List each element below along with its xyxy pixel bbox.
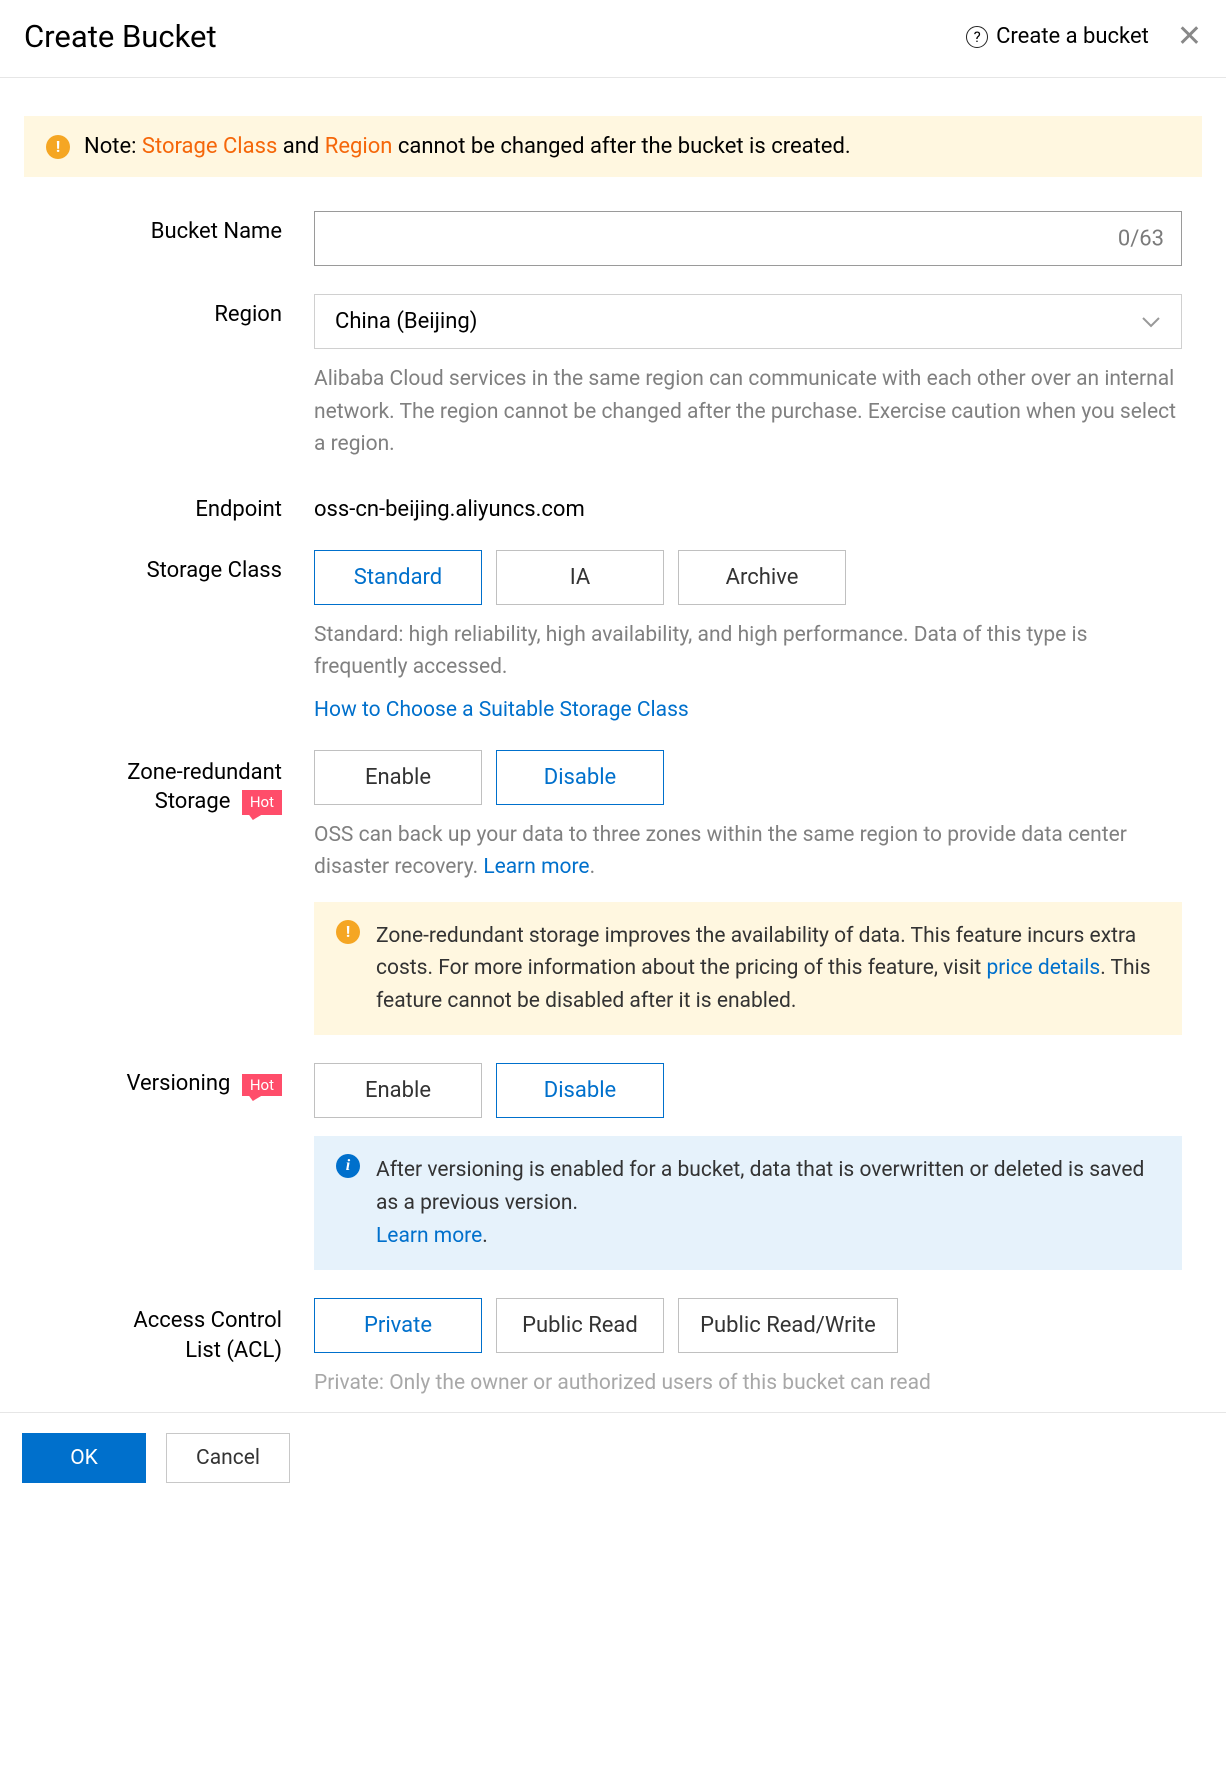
help-link[interactable]: ? Create a bucket [966, 24, 1149, 49]
acl-label: Access Control List (ACL) [24, 1298, 314, 1400]
zrs-label: Zone-redundant Storage Hot [24, 750, 314, 1036]
storage-class-ia[interactable]: IA [496, 550, 664, 605]
hot-badge: Hot [242, 1074, 282, 1096]
region-value: China (Beijing) [335, 309, 477, 334]
note-text: Note: Storage Class and Region cannot be… [84, 134, 851, 159]
ok-button[interactable]: OK [22, 1433, 146, 1483]
chevron-down-icon [1141, 309, 1161, 334]
storage-class-label: Storage Class [24, 550, 314, 722]
acl-private[interactable]: Private [314, 1298, 482, 1353]
zrs-learn-more-link[interactable]: Learn more [483, 855, 589, 879]
versioning-enable[interactable]: Enable [314, 1063, 482, 1118]
region-help: Alibaba Cloud services in the same regio… [314, 363, 1182, 461]
acl-public-read-write[interactable]: Public Read/Write [678, 1298, 898, 1353]
hot-badge: Hot [242, 790, 282, 814]
acl-help: Private: Only the owner or authorized us… [314, 1367, 1182, 1400]
zrs-price-details-link[interactable]: price details [987, 956, 1101, 980]
cancel-button[interactable]: Cancel [166, 1433, 290, 1483]
zrs-banner: ! Zone-redundant storage improves the av… [314, 902, 1182, 1036]
versioning-learn-more-link[interactable]: Learn more [376, 1224, 482, 1248]
dialog-title: Create Bucket [24, 18, 217, 55]
bucket-name-input[interactable] [314, 211, 1182, 266]
versioning-banner: i After versioning is enabled for a buck… [314, 1136, 1182, 1270]
question-icon: ? [966, 26, 988, 48]
warning-icon: ! [336, 920, 360, 944]
storage-class-help-link[interactable]: How to Choose a Suitable Storage Class [314, 698, 689, 722]
acl-public-read[interactable]: Public Read [496, 1298, 664, 1353]
warning-icon: ! [46, 135, 70, 159]
storage-class-standard[interactable]: Standard [314, 550, 482, 605]
info-icon: i [336, 1154, 360, 1178]
endpoint-label: Endpoint [24, 489, 314, 522]
region-select[interactable]: China (Beijing) [314, 294, 1182, 349]
storage-class-help: Standard: high reliability, high availab… [314, 619, 1182, 684]
bucket-name-label: Bucket Name [24, 211, 314, 266]
endpoint-value: oss-cn-beijing.aliyuncs.com [314, 489, 1182, 522]
versioning-disable[interactable]: Disable [496, 1063, 664, 1118]
versioning-label: Versioning Hot [24, 1063, 314, 1270]
help-link-text: Create a bucket [996, 24, 1149, 49]
note-banner: ! Note: Storage Class and Region cannot … [24, 116, 1202, 177]
storage-class-archive[interactable]: Archive [678, 550, 846, 605]
region-label: Region [24, 294, 314, 461]
zrs-enable[interactable]: Enable [314, 750, 482, 805]
zrs-help: OSS can back up your data to three zones… [314, 819, 1182, 884]
zrs-disable[interactable]: Disable [496, 750, 664, 805]
close-icon[interactable]: ✕ [1177, 19, 1202, 54]
